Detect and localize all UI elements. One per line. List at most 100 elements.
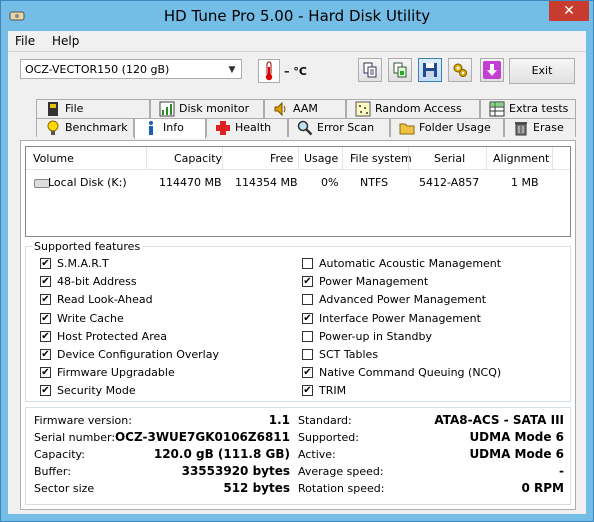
checkbox[interactable]: ✔	[302, 276, 313, 288]
tab-file-benchmark[interactable]: File Benchmark	[36, 99, 150, 133]
info-label: Average speed:	[298, 465, 384, 478]
download-button[interactable]	[480, 58, 504, 82]
tab-aam[interactable]: AAM	[264, 99, 346, 118]
supported-features-legend: Supported features	[32, 240, 143, 253]
tab-health[interactable]: Health	[206, 118, 288, 137]
feature-label: 48-bit Address	[57, 275, 137, 289]
checkbox[interactable]: ✔	[40, 349, 51, 360]
info-value: UDMA Mode 6	[469, 447, 564, 461]
drive-info-group: Firmware version: 1.1 Serial number: OCZ-3W…	[25, 407, 571, 505]
drive-select-value: OCZ-VECTOR150 (120 gB)	[25, 63, 170, 76]
col-alignment[interactable]: Alignment	[493, 152, 549, 165]
client-area: File Help OCZ-VECTOR150 (120 gB) ▼ – °C …	[8, 31, 586, 514]
exit-button[interactable]: Exit	[509, 58, 575, 84]
window-title: HD Tune Pro 5.00 - Hard Disk Utility	[163, 7, 431, 25]
col-serial[interactable]: Serial	[434, 152, 465, 165]
info-panel: Volume Capacity Free Usage File system S…	[20, 140, 576, 510]
checkbox[interactable]: ✔	[302, 385, 313, 397]
feature-label: S.M.A.R.T	[57, 257, 109, 270]
volume-list[interactable]: Volume Capacity Free Usage File system S…	[25, 146, 571, 237]
checkbox[interactable]: ✔	[40, 258, 51, 269]
temperature-readout: – °C	[284, 65, 307, 78]
col-capacity[interactable]: Capacity	[174, 152, 222, 165]
feature-label: SCT Tables	[319, 348, 379, 361]
checkbox[interactable]: ✔	[40, 385, 51, 397]
copy-text-button[interactable]	[358, 58, 382, 82]
tab-label: Health	[235, 121, 272, 134]
copy-image-icon	[393, 62, 407, 78]
col-file-system[interactable]: File system	[350, 152, 412, 165]
info-value: 512 bytes	[223, 481, 290, 495]
info-label: Standard:	[298, 414, 352, 427]
feature-label: Native Command Queuing (NCQ)	[319, 366, 502, 380]
info-value: -	[559, 464, 564, 478]
info-label: Capacity:	[34, 448, 85, 461]
checkbox[interactable]	[302, 258, 313, 269]
copy-screenshot-button[interactable]	[388, 58, 412, 82]
volume-serial: 5412-A857	[419, 176, 480, 189]
feature-label: Advanced Power Management	[319, 293, 487, 307]
volume-free: 114354 MB	[235, 176, 298, 189]
tab-extra-tests[interactable]: Extra tests	[480, 99, 576, 118]
checkbox[interactable]: ✔	[40, 294, 51, 306]
info-icon	[143, 120, 159, 136]
feature-label: Host Protected Area	[57, 329, 167, 343]
col-volume[interactable]: Volume	[33, 152, 74, 165]
tab-folder-usage[interactable]: Folder Usage	[390, 118, 504, 137]
tab-random-access[interactable]: Random Access	[346, 99, 480, 118]
tab-info[interactable]: Info	[134, 118, 206, 139]
checkbox[interactable]: ✔	[302, 367, 313, 379]
info-label: Active:	[298, 448, 336, 461]
info-value: UDMA Mode 6	[469, 430, 564, 444]
thermometer-icon[interactable]	[258, 59, 280, 83]
tab-error-scan[interactable]: Error Scan	[288, 118, 390, 137]
info-value: 1.1	[268, 413, 290, 427]
close-button[interactable]: ✕	[549, 1, 589, 21]
magnifier-icon	[297, 120, 313, 136]
volume-usage: 0%	[321, 176, 339, 189]
health-cross-icon	[215, 120, 231, 136]
checkbox[interactable]	[302, 349, 313, 360]
volume-list-header: Volume Capacity Free Usage File system S…	[26, 147, 570, 170]
copy-icon	[363, 62, 377, 78]
volume-capacity: 114470 MB	[159, 176, 222, 189]
tab-disk-monitor[interactable]: Disk monitor	[150, 99, 264, 118]
tab-label: Extra tests	[509, 102, 569, 115]
col-free[interactable]: Free	[270, 152, 293, 165]
tab-benchmark[interactable]: Benchmark	[36, 118, 134, 137]
gears-icon	[453, 63, 467, 77]
app-window: HD Tune Pro 5.00 - Hard Disk Utility ✕ F…	[0, 0, 594, 522]
drive-select[interactable]: OCZ-VECTOR150 (120 gB) ▼	[20, 59, 242, 79]
tab-label: Erase	[533, 121, 564, 134]
tab-label: Folder Usage	[419, 121, 491, 134]
feature-label: Power Management	[319, 275, 429, 289]
menu-help[interactable]: Help	[52, 34, 79, 48]
feature-label: Firmware Upgradable	[57, 366, 175, 380]
checkbox[interactable]: ✔	[302, 312, 313, 324]
menu-file[interactable]: File	[15, 34, 35, 48]
feature-label: Security Mode	[57, 384, 136, 398]
options-button[interactable]	[448, 58, 472, 82]
chevron-down-icon: ▼	[228, 65, 236, 75]
table-row[interactable]: Local Disk (K:) 114470 MB 114354 MB 0% N…	[26, 171, 570, 189]
grid-icon	[489, 101, 505, 117]
save-button[interactable]	[418, 58, 442, 82]
tab-label: Info	[163, 121, 184, 134]
info-value: ATA8-ACS - SATA III	[434, 413, 564, 427]
feature-label: Interface Power Management	[319, 311, 481, 325]
col-usage[interactable]: Usage	[304, 152, 338, 165]
checkbox[interactable]: ✔	[40, 330, 51, 342]
tab-erase[interactable]: Erase	[504, 118, 576, 137]
checkbox[interactable]	[302, 294, 313, 306]
checkbox[interactable]: ✔	[40, 367, 51, 379]
info-value: 120.0 gB (111.8 GB)	[153, 447, 290, 461]
volume-alignment: 1 MB	[511, 176, 539, 189]
feature-label: Automatic Acoustic Management	[319, 257, 502, 270]
title-bar: HD Tune Pro 5.00 - Hard Disk Utility ✕	[1, 1, 593, 31]
checkbox[interactable]	[302, 330, 313, 342]
tab-label: Random Access	[375, 102, 462, 115]
checkbox[interactable]: ✔	[40, 276, 51, 288]
folder-icon	[399, 120, 415, 136]
random-access-icon	[355, 101, 371, 117]
checkbox[interactable]: ✔	[40, 312, 51, 324]
